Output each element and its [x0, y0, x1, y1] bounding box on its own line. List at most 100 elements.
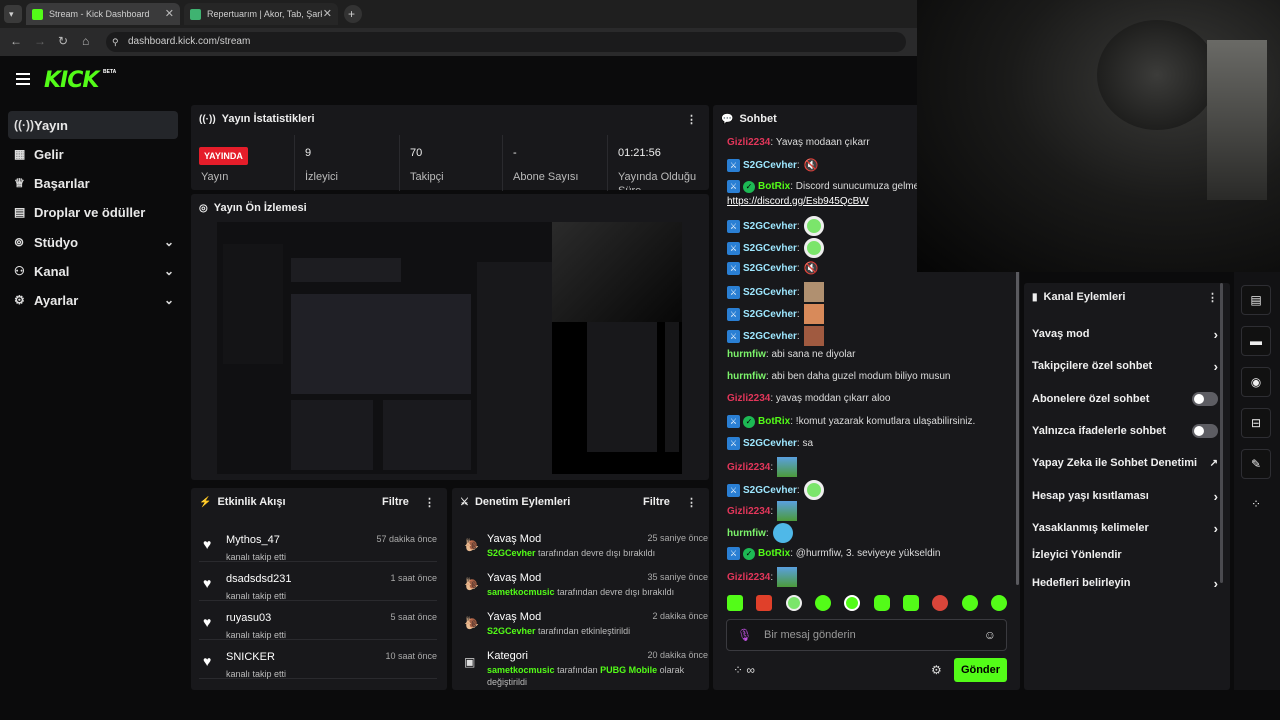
close-tab-icon[interactable]: ✕ [323, 7, 332, 20]
chat-link[interactable]: https://discord.gg/Esb945QcBW [727, 196, 869, 207]
chat-settings-icon[interactable]: ⚙ [931, 663, 942, 677]
mod-user[interactable]: sametkocmusic [487, 665, 555, 675]
sidebar-item-kanal[interactable]: ⚇ Kanal ⌄ [8, 257, 178, 285]
browser-tab-active[interactable]: Stream - Kick Dashboard ✕ [26, 3, 180, 25]
new-tab-button[interactable]: + [344, 5, 362, 23]
action-followers-only[interactable]: Takipçilere özel sohbet › [1032, 353, 1218, 379]
emote-button[interactable] [961, 595, 978, 611]
chat-username[interactable]: Gizli2234 [727, 137, 770, 148]
snail-icon: 🐌 [464, 538, 479, 552]
emote-button[interactable] [932, 595, 949, 611]
home-icon[interactable]: ⌂ [82, 34, 89, 48]
emote-only-toggle[interactable] [1192, 424, 1218, 438]
chat-username[interactable]: S2GCevher [743, 160, 797, 171]
filter-button[interactable]: Filtre [643, 496, 670, 508]
mod-user[interactable]: S2GCevher [487, 548, 536, 558]
more-options-icon[interactable]: ⋮ [424, 496, 435, 509]
sidebar-item-droplar[interactable]: ▤ Droplar ve ödüller [8, 198, 178, 226]
chat-username[interactable]: S2GCevher [743, 243, 797, 254]
emote-button[interactable] [902, 595, 919, 611]
chat-message: ⚔ S2GCevher: [727, 304, 824, 324]
chat-username[interactable]: BotRix [758, 416, 790, 427]
action-ai-moderation[interactable]: Yapay Zeka ile Sohbet Denetimi ↗ [1032, 450, 1218, 476]
chat-username[interactable]: hurmfiw [727, 371, 766, 382]
chat-username[interactable]: Gizli2234 [727, 462, 770, 473]
action-host-viewers[interactable]: İzleyici Yönlendir [1032, 542, 1218, 568]
kick-logo[interactable]: KICK [44, 68, 99, 93]
mod-user[interactable]: sametkocmusic [487, 587, 555, 597]
action-slow-mode[interactable]: Yavaş mod › [1032, 321, 1218, 347]
chat-username[interactable]: S2GCevher [743, 485, 797, 496]
close-tab-icon[interactable]: ✕ [165, 7, 174, 20]
mod-category[interactable]: PUBG Mobile [600, 665, 657, 675]
sidebar-item-label: Yayın [34, 117, 68, 133]
back-icon[interactable]: ← [10, 34, 22, 48]
mod-user[interactable]: S2GCevher [487, 626, 536, 636]
chat-username[interactable]: S2GCevher [743, 287, 797, 298]
broadcast-icon[interactable]: ◉ [1241, 367, 1271, 397]
chat-username[interactable]: hurmfiw [727, 528, 766, 539]
sidebar-item-label: Stüdyo [34, 234, 79, 250]
sidebar-item-studyo[interactable]: ⊚ Stüdyo ⌄ [8, 228, 178, 256]
chat-username[interactable]: S2GCevher [743, 309, 797, 320]
wrench-icon[interactable]: ✎ [1241, 449, 1271, 479]
chat-username[interactable]: Gizli2234 [727, 572, 770, 583]
chat-username[interactable]: hurmfiw [727, 349, 766, 360]
actions-scrollbar[interactable] [1220, 283, 1223, 583]
site-info-icon[interactable]: ⚲ [112, 32, 119, 52]
stat-value: 9 [305, 147, 312, 159]
points-icon[interactable]: ⁘ ∞ [733, 663, 755, 677]
subscribers-only-toggle[interactable] [1192, 392, 1218, 406]
emote-button[interactable] [844, 595, 861, 611]
chat-username[interactable]: S2GCevher [743, 331, 797, 342]
emote-button[interactable] [727, 595, 743, 611]
sidebar-item-gelir[interactable]: ▦ Gelir [8, 140, 178, 168]
reload-icon[interactable]: ↻ [58, 34, 68, 48]
preview-icon: ◎ [199, 202, 208, 214]
chat-username[interactable]: S2GCevher [743, 263, 797, 274]
action-account-age[interactable]: Hesap yaşı kısıtlaması › [1032, 483, 1218, 509]
send-button[interactable]: Gönder [954, 658, 1007, 682]
sidebar-item-yayin[interactable]: ((·)) Yayın [8, 111, 178, 139]
chat-message: ⚔ S2GCevher: [727, 216, 824, 236]
more-options-icon[interactable]: ⋮ [686, 496, 697, 509]
chat-icon[interactable]: ▬ [1241, 326, 1271, 356]
activity-user[interactable]: dsadsdsd231 [226, 573, 291, 585]
more-options-icon[interactable]: ⋮ [1207, 291, 1218, 304]
forward-icon[interactable]: → [34, 34, 46, 48]
chat-username[interactable]: Gizli2234 [727, 506, 770, 517]
more-options-icon[interactable]: ⋮ [686, 113, 697, 126]
layout-icon[interactable]: ⊟ [1241, 408, 1271, 438]
url-field[interactable]: ⚲ dashboard.kick.com/stream [106, 32, 906, 52]
emote-button[interactable] [785, 595, 802, 611]
activity-user[interactable]: Mythos_47 [226, 534, 280, 546]
action-banned-words[interactable]: Yasaklanmış kelimeler › [1032, 515, 1218, 541]
browser-tab[interactable]: Repertuarım | Akor, Tab, Şarkı S ✕ [184, 3, 338, 25]
mod-action-time: 20 dakika önce [647, 650, 708, 660]
emoji-icon[interactable]: ☺ [984, 628, 996, 642]
activity-user[interactable]: SNICKER [226, 651, 275, 663]
emote-button[interactable] [756, 595, 773, 611]
tab-search-button[interactable]: ▾ [4, 5, 22, 23]
menu-icon[interactable] [16, 73, 30, 85]
emote-button[interactable] [990, 595, 1007, 611]
chat-username[interactable]: S2GCevher [743, 221, 797, 232]
action-set-goals[interactable]: Hedefleri belirleyin › [1032, 570, 1218, 596]
preview-activity [291, 400, 373, 470]
mic-icon[interactable]: 🎙 [737, 628, 752, 642]
mod-badge-icon: ⚔ [727, 241, 740, 255]
sidebar-item-basarilar[interactable]: ♕ Başarılar [8, 169, 178, 197]
emote-button[interactable] [814, 595, 831, 611]
chat-username[interactable]: Gizli2234 [727, 393, 770, 404]
stream-preview-video[interactable] [217, 222, 682, 474]
notes-icon[interactable]: ▤ [1241, 285, 1271, 315]
emote-button[interactable] [873, 595, 890, 611]
chat-input-field[interactable]: 🎙 Bir mesaj gönderin ☺ [726, 619, 1007, 651]
chat-username[interactable]: S2GCevher [743, 438, 797, 449]
filter-button[interactable]: Filtre [382, 496, 409, 508]
chat-username[interactable]: BotRix [758, 548, 790, 559]
chat-username[interactable]: BotRix [758, 181, 790, 192]
more-apps-icon[interactable]: ⁘ [1241, 490, 1271, 520]
activity-user[interactable]: ruyasu03 [226, 612, 271, 624]
sidebar-item-ayarlar[interactable]: ⚙ Ayarlar ⌄ [8, 286, 178, 314]
